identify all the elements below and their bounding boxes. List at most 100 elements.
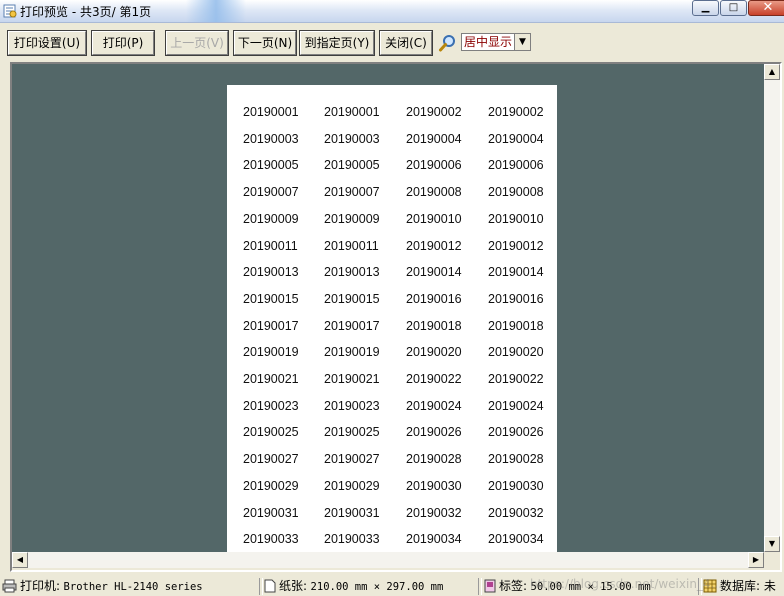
label-cell: 20190005 — [324, 158, 380, 173]
label-cell: 20190027 — [324, 452, 380, 467]
view-mode-select[interactable]: 居中显示 ▼ — [461, 33, 531, 51]
label-cell: 20190017 — [324, 318, 380, 333]
label-cell: 20190021 — [243, 372, 299, 386]
label-cell: 20190001 — [324, 105, 380, 119]
label-cell: 20190008 — [488, 185, 544, 200]
maximize-button[interactable]: □ — [720, 0, 747, 16]
printer-status: 打印机: Brother HL-2140 series — [2, 578, 258, 596]
label-cell: 20190027 — [243, 452, 299, 467]
paper-value: 210.00 mm × 297.00 mm — [310, 581, 444, 593]
label-cell: 20190025 — [243, 425, 299, 440]
label-cell: 20190019 — [243, 345, 299, 360]
printer-icon — [2, 579, 17, 593]
next-page-button[interactable]: 下一页(N) — [233, 30, 297, 56]
label-cell: 20190009 — [324, 211, 380, 226]
label-cell: 20190018 — [406, 318, 462, 333]
label-cell: 20190016 — [488, 291, 544, 306]
label-cell: 20190031 — [243, 505, 299, 520]
scroll-down-icon[interactable]: ▼ — [764, 536, 780, 552]
label-cell: 20190013 — [324, 265, 380, 280]
label-cell: 20190029 — [243, 478, 299, 493]
label-cell: 20190016 — [406, 291, 462, 306]
label-cell: 20190004 — [488, 131, 544, 146]
scroll-up-icon[interactable]: ▲ — [764, 64, 780, 80]
label-cell: 20190012 — [488, 238, 544, 253]
prev-page-button[interactable]: 上一页(V) — [165, 30, 229, 56]
label-cell: 20190034 — [406, 532, 462, 547]
horizontal-scrollbar[interactable]: ◀ ▶ — [12, 552, 764, 568]
label-cell: 20190033 — [324, 532, 380, 547]
label-cell: 20190025 — [324, 425, 380, 440]
label-cell: 20190009 — [243, 211, 299, 226]
label-cell: 20190034 — [488, 532, 544, 547]
tag-icon — [484, 579, 496, 593]
label-cell: 20190031 — [324, 505, 380, 520]
window-title: 打印预览 - 共3页/ 第1页 — [20, 5, 152, 19]
chevron-down-icon[interactable]: ▼ — [514, 34, 530, 50]
label-cell: 20190004 — [406, 131, 462, 146]
status-separator — [259, 578, 263, 595]
print-button[interactable]: 打印(P) — [91, 30, 155, 56]
label-cell: 20190005 — [243, 158, 299, 173]
preview-page: 20190001 20190001 20190002 20190002 20190003… — [227, 85, 557, 552]
label-cell: 20190022 — [488, 372, 544, 386]
label-cell: 20190001 — [243, 105, 299, 119]
label-cell: 20190007 — [324, 185, 380, 200]
label-cell: 20190024 — [406, 398, 462, 413]
scroll-left-icon[interactable]: ◀ — [12, 552, 28, 568]
print-setup-button[interactable]: 打印设置(U) — [7, 30, 87, 56]
database-label: 数据库: 未 — [720, 579, 776, 593]
label-cell: 20190003 — [324, 131, 380, 146]
printer-label: 打印机: — [20, 579, 61, 593]
label-cell: 20190007 — [243, 185, 299, 200]
label-cell: 20190032 — [488, 505, 544, 520]
label-cell: 20190026 — [488, 425, 544, 440]
label-cell: 20190030 — [488, 478, 544, 493]
label-cell: 20190008 — [406, 185, 462, 200]
status-separator — [478, 578, 482, 595]
label-cell: 20190023 — [243, 398, 299, 413]
label-cell: 20190028 — [406, 452, 462, 467]
label-cell: 20190006 — [488, 158, 544, 173]
label-cell: 20190024 — [488, 398, 544, 413]
label-cell: 20190003 — [243, 131, 299, 146]
magnifier-icon[interactable] — [438, 33, 458, 53]
close-preview-button[interactable]: 关闭(C) — [379, 30, 433, 56]
print-preview-app-icon — [3, 4, 17, 18]
close-window-button[interactable]: ✕ — [748, 0, 784, 16]
label-cell: 20190011 — [243, 238, 298, 253]
label-cell: 20190014 — [406, 265, 462, 280]
label-cell: 20190020 — [488, 345, 544, 360]
label-cell: 20190028 — [488, 452, 544, 467]
label-cell: 20190006 — [406, 158, 462, 173]
toolbar: 打印设置(U) 打印(P) 上一页(V) 下一页(N) 到指定页(Y) 关闭(C… — [0, 24, 784, 60]
goto-page-button[interactable]: 到指定页(Y) — [299, 30, 375, 56]
label-cell: 20190017 — [243, 318, 299, 333]
label-cell: 20190032 — [406, 505, 462, 520]
label-cell: 20190018 — [488, 318, 544, 333]
label-cell: 20190021 — [324, 372, 380, 386]
label-cell: 20190022 — [406, 372, 462, 386]
preview-canvas[interactable]: 20190001 20190001 20190002 20190002 20190003… — [12, 64, 764, 552]
label-cell: 20190002 — [406, 105, 462, 119]
paper-status: 纸张: 210.00 mm × 297.00 mm — [264, 578, 476, 596]
vertical-scrollbar[interactable]: ▲ ▼ — [764, 64, 780, 552]
view-mode-value: 居中显示 — [464, 35, 513, 49]
label-cell: 20190010 — [406, 211, 462, 226]
title-glow — [186, 0, 246, 22]
scroll-right-icon[interactable]: ▶ — [748, 552, 764, 568]
label-cell: 20190026 — [406, 425, 462, 440]
minimize-button[interactable]: ▁ — [692, 0, 719, 16]
label-cell: 20190015 — [324, 291, 380, 306]
label-cell: 20190014 — [488, 265, 544, 280]
label-cell: 20190011 — [324, 238, 379, 253]
label-cell: 20190013 — [243, 265, 299, 280]
tag-label: 标签: — [499, 579, 528, 593]
scroll-corner — [764, 552, 780, 568]
label-cell: 20190030 — [406, 478, 462, 493]
label-cell: 20190033 — [243, 532, 299, 547]
label-cell: 20190012 — [406, 238, 462, 253]
label-cell: 20190015 — [243, 291, 299, 306]
label-cell: 20190019 — [324, 345, 380, 360]
label-cell: 20190020 — [406, 345, 462, 360]
